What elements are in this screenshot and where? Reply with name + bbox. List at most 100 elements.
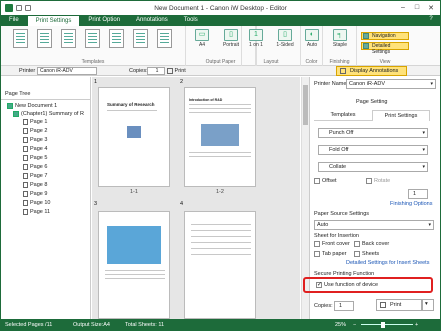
tree-node-page[interactable]: Page 6 [23,163,47,171]
close-icon[interactable]: ✕ [424,2,438,13]
copies-stepper[interactable]: 1 [147,67,165,75]
navigation-button[interactable]: Navigation [361,32,409,40]
text-line [191,248,251,249]
pages-per-sheet-button[interactable]: 11 on 1 [244,29,268,48]
tree-node-label: Page 4 [30,146,48,152]
tree-node-page[interactable]: Page 1 [23,118,47,126]
punch-select[interactable]: Punch Off ▾ [318,128,428,138]
print-button[interactable]: Print [167,66,186,76]
window-title: New Document 1 - Canon iW Desktop - Edit… [154,4,287,12]
output-size: Output Size:A4 [73,322,110,328]
staple-button[interactable]: ╕ Staple [327,29,353,48]
app-window: New Document 1 - Canon iW Desktop - Edit… [0,0,441,331]
back-cover-label: Back cover [362,241,390,247]
detailed-settings-button[interactable]: Detailed Settings [361,42,409,55]
printer-icon [380,302,386,308]
zoom-slider-thumb[interactable] [381,322,385,328]
help-icon[interactable]: ? [426,16,436,24]
collate-select[interactable]: Collate ▾ [318,162,428,172]
staple-label: Staple [332,42,348,48]
portrait-icon: ▯ [224,29,238,41]
tree-node-label: Page 7 [30,173,48,179]
text-line [105,278,165,279]
print-label: Print [174,68,186,74]
page-icon [23,209,28,215]
print-dropdown-button[interactable]: ▾ [422,299,434,311]
tree-node-label: Page 9 [30,191,48,197]
sided-button[interactable]: ▯ 1-Sided [272,29,298,48]
zoom-level: 25% [335,322,347,328]
template-thumb-2[interactable] [37,29,52,48]
text-line [105,270,165,271]
finishing-group: ╕ Staple Finishing [323,26,357,66]
subtab-templates[interactable]: Templates [314,110,372,121]
checkbox-icon [354,251,360,257]
tab-annotations[interactable]: Annotations [128,15,176,26]
printer-name-select[interactable]: Canon iR-ADV ▾ [346,79,436,89]
maximize-icon[interactable]: □ [410,2,424,13]
insert-sheets-settings-link[interactable]: Detailed Settings for Insert Sheets [346,260,429,266]
text-line [191,224,251,225]
template-thumb-1[interactable] [13,29,28,48]
template-thumb-6[interactable] [133,29,148,48]
page-preview-1[interactable]: Summary of Research [98,87,170,187]
preview-canvas[interactable]: 1 Summary of Research 1-1 2 Introduction… [92,77,300,319]
tree-node-chapter[interactable]: (Chapter1) Summary of R [13,110,84,118]
tree-node-page[interactable]: Page 11 [23,208,50,216]
chevron-down-icon: ▾ [428,222,431,228]
copies-stepper[interactable]: 1 [334,301,354,311]
scrollbar-thumb[interactable] [303,85,308,125]
zoom-in-icon[interactable]: + [415,319,418,331]
tab-tools[interactable]: Tools [176,15,206,26]
back-cover-checkbox[interactable]: Back cover [354,241,389,247]
tab-paper-checkbox[interactable]: Tab paper [314,251,346,257]
tree-node-page[interactable]: Page 9 [23,190,47,198]
tree-node-page[interactable]: Page 4 [23,145,47,153]
text-line [189,112,251,113]
color-mode-button[interactable]: ◐ Auto [303,29,321,48]
template-thumb-3[interactable] [61,29,76,48]
display-annotations-button[interactable]: Display Annotations [336,66,407,76]
tree-node-page[interactable]: Page 7 [23,172,47,180]
page-number: 3 [94,201,98,207]
paper-size-button[interactable]: ▭ A4 [192,29,212,48]
template-thumb-4[interactable] [85,29,100,48]
print-button[interactable]: Print [376,299,422,311]
minimize-icon[interactable]: – [396,2,410,13]
front-cover-checkbox[interactable]: Front cover [314,241,350,247]
paper-size-label: A4 [198,42,206,48]
tree-node-page[interactable]: Page 2 [23,127,47,135]
paper-icon: ▭ [195,29,209,41]
fold-select[interactable]: Fold Off ▾ [318,145,428,155]
tree-node-page[interactable]: Page 8 [23,181,47,189]
page-preview-3[interactable] [98,211,170,319]
page-icon [23,164,28,170]
finishing-options-link[interactable]: Finishing Options [390,201,433,207]
sheets-checkbox[interactable]: Sheets [354,251,379,257]
zoom-slider[interactable] [361,324,413,325]
template-thumb-5[interactable] [109,29,124,48]
tree-node-page[interactable]: Page 5 [23,154,47,162]
subtab-print-settings[interactable]: Print Settings [372,110,430,121]
staple-icon: ╕ [333,29,347,41]
document-icon [7,103,13,109]
tab-file[interactable]: File [1,15,27,26]
offset-count-stepper[interactable]: 1 [408,189,428,199]
tree-node-page[interactable]: Page 10 [23,199,51,207]
rotate-checkbox[interactable]: Rotate [366,178,390,184]
template-thumb-7[interactable] [157,29,172,48]
tab-print-settings[interactable]: Print Settings [26,15,81,26]
tree-node-page[interactable]: Page 3 [23,136,47,144]
text-line [191,242,251,243]
chevron-down-icon: ▾ [430,81,433,87]
tree-node-document[interactable]: New Document 1 [7,102,57,110]
offset-checkbox[interactable]: Offset [314,178,337,184]
text-line [189,104,251,105]
fold-value: Fold Off [329,147,349,153]
zoom-out-icon[interactable]: − [353,319,356,331]
page-preview-4[interactable] [184,211,256,319]
paper-source-select[interactable]: Auto ▾ [314,220,434,230]
tab-print-option[interactable]: Print Option [80,15,128,26]
printer-select[interactable]: Canon iR-ADV [37,67,97,75]
page-preview-2[interactable]: Introduction of R&D [184,87,256,187]
